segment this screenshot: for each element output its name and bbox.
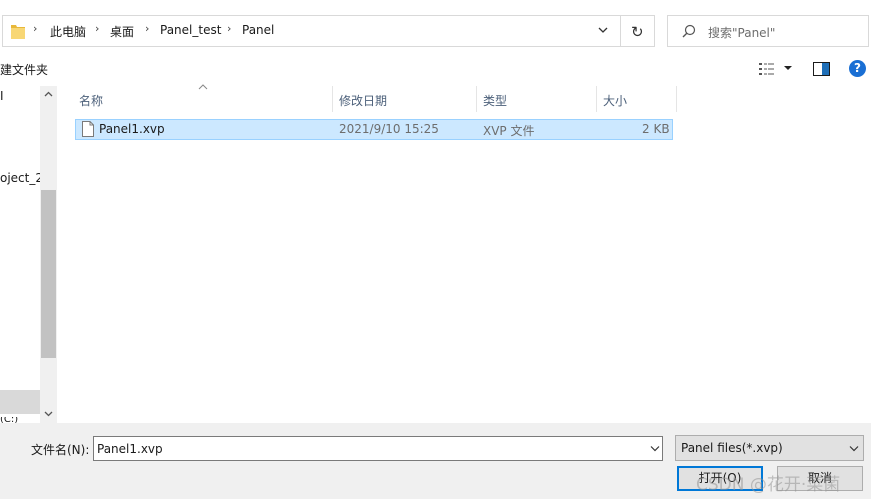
chevron-down-icon[interactable] bbox=[597, 24, 609, 36]
chevron-down-icon[interactable] bbox=[650, 445, 660, 452]
caret-down-icon[interactable] bbox=[783, 64, 793, 72]
breadcrumb-this-pc[interactable]: 此电脑 bbox=[50, 23, 86, 40]
chevron-down-icon bbox=[849, 446, 859, 452]
column-divider[interactable] bbox=[676, 86, 677, 112]
watermark: CSDN @花开·菜菌 bbox=[696, 475, 841, 495]
preview-pane-icon[interactable] bbox=[813, 62, 830, 76]
column-header-modified[interactable]: 修改日期 bbox=[339, 92, 387, 118]
scroll-thumb[interactable] bbox=[41, 190, 56, 358]
column-header-size[interactable]: 大小 bbox=[603, 92, 627, 118]
nav-scrollbar[interactable] bbox=[40, 86, 57, 423]
file-modified-date: 2021/9/10 15:25 bbox=[339, 122, 439, 136]
column-divider[interactable] bbox=[332, 86, 333, 112]
nav-item-selected[interactable] bbox=[0, 390, 40, 414]
breadcrumb-separator[interactable]: › bbox=[145, 22, 149, 35]
filetype-select[interactable]: Panel files(*.xvp) bbox=[675, 435, 864, 461]
search-placeholder: 搜索"Panel" bbox=[708, 26, 776, 40]
refresh-button[interactable]: ↻ bbox=[620, 15, 655, 47]
filename-label: 文件名(N): bbox=[31, 443, 90, 457]
sort-ascending-icon bbox=[198, 84, 208, 90]
view-details-icon[interactable] bbox=[759, 62, 775, 76]
scroll-up-icon[interactable] bbox=[44, 90, 53, 99]
file-icon bbox=[82, 121, 94, 137]
scroll-down-icon[interactable] bbox=[44, 409, 53, 418]
nav-item-project[interactable]: oject_2 bbox=[0, 171, 43, 185]
refresh-icon: ↻ bbox=[631, 23, 644, 41]
file-type: XVP 文件 bbox=[483, 124, 535, 138]
column-header-type[interactable]: 类型 bbox=[483, 92, 507, 118]
column-divider[interactable] bbox=[476, 86, 477, 112]
breadcrumb-separator[interactable]: › bbox=[227, 22, 231, 35]
search-input[interactable]: 搜索"Panel" bbox=[667, 15, 869, 47]
filename-input[interactable] bbox=[97, 440, 637, 457]
column-divider[interactable] bbox=[596, 86, 597, 112]
column-header-name[interactable]: 名称 bbox=[79, 92, 103, 118]
breadcrumb-panel-test[interactable]: Panel_test bbox=[160, 23, 221, 37]
breadcrumb-panel[interactable]: Panel bbox=[242, 23, 274, 37]
filetype-value: Panel files(*.xvp) bbox=[681, 441, 783, 455]
file-size: 2 KB bbox=[642, 122, 670, 136]
file-name[interactable]: Panel1.xvp bbox=[99, 122, 165, 136]
filename-field[interactable] bbox=[93, 436, 663, 461]
breadcrumb-desktop[interactable]: 桌面 bbox=[110, 23, 134, 40]
breadcrumb-separator[interactable]: › bbox=[33, 22, 37, 35]
new-folder-button[interactable]: 建文件夹 bbox=[0, 61, 48, 78]
help-icon[interactable]: ? bbox=[849, 60, 866, 77]
nav-item[interactable]: I bbox=[0, 89, 4, 103]
folder-icon bbox=[11, 25, 25, 39]
breadcrumb-separator[interactable]: › bbox=[95, 22, 99, 35]
address-bar[interactable]: › 此电脑 › 桌面 › Panel_test › Panel bbox=[2, 15, 621, 47]
search-icon bbox=[682, 24, 696, 38]
